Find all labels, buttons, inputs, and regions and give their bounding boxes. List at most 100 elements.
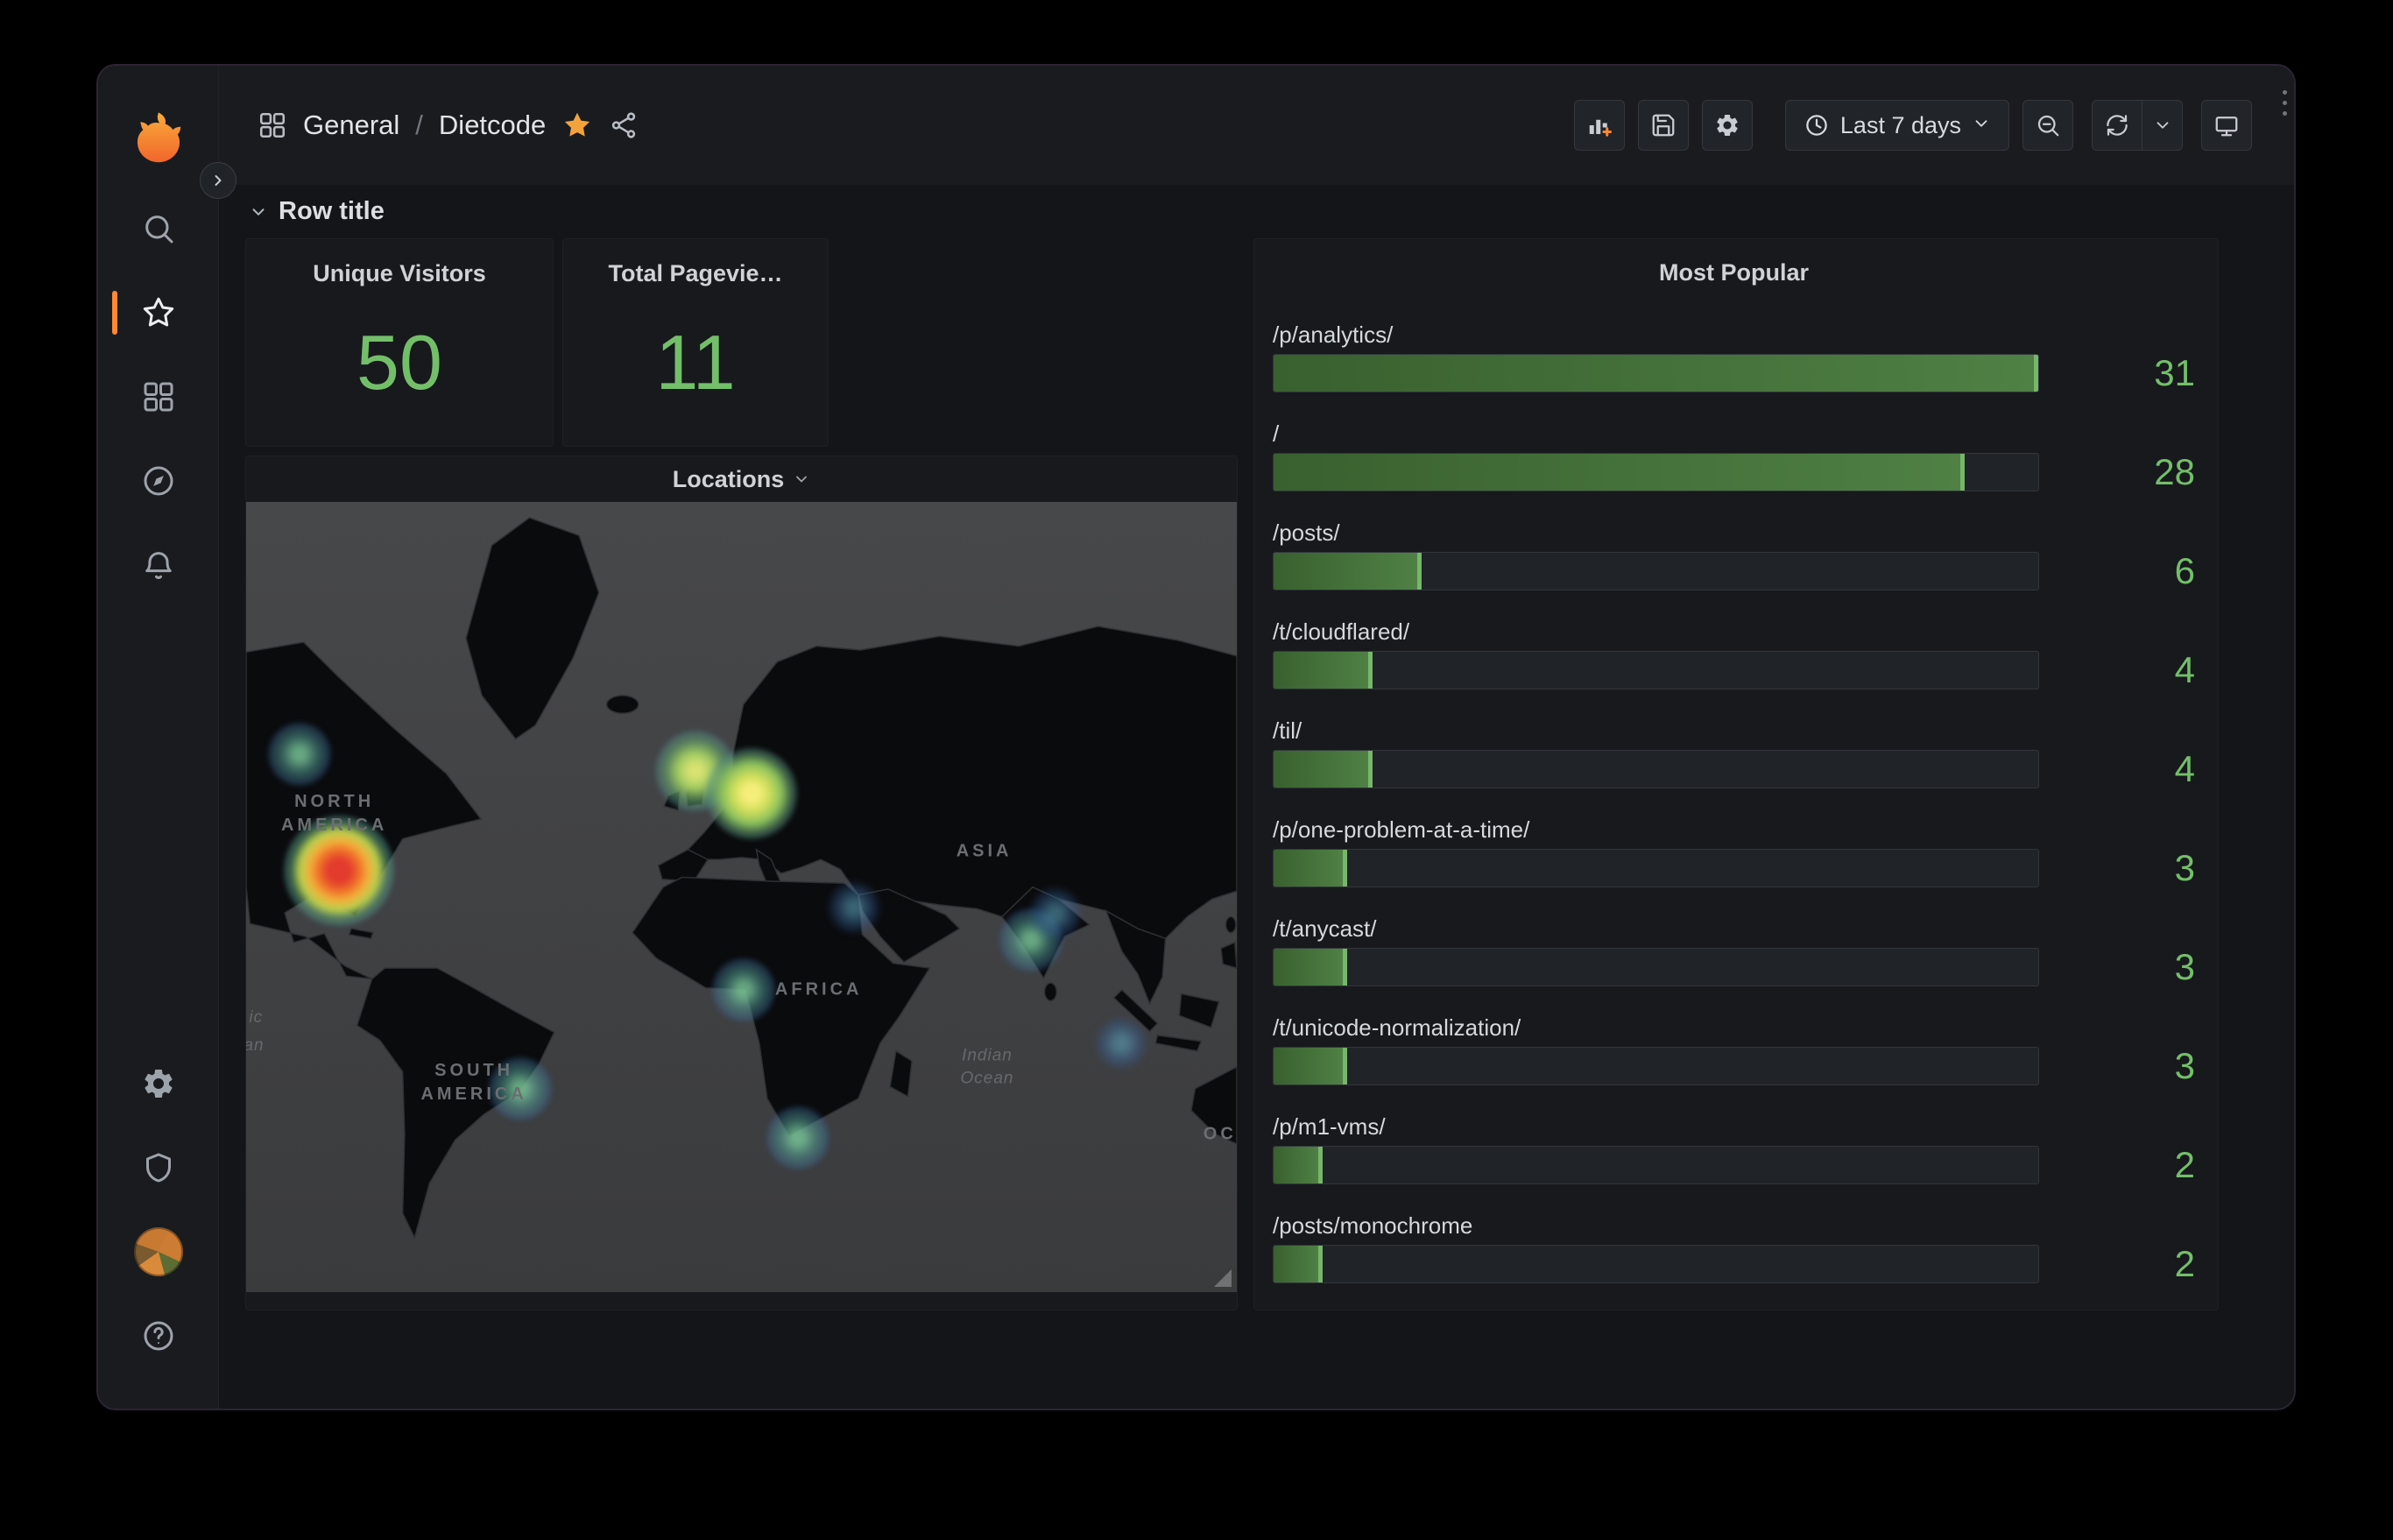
bar-gauge-row: /posts/ 6 (1273, 519, 2195, 590)
dashboard-header: General / Dietcode Last 7 days (219, 66, 2294, 185)
refresh-button-group (2092, 100, 2183, 151)
bar-fill (1274, 454, 1965, 491)
bell-icon (145, 552, 172, 579)
bar-track (1273, 354, 2039, 392)
zoom-out-icon (2037, 115, 2059, 137)
bar-track (1273, 849, 2039, 887)
panel-title-locations[interactable]: Locations (246, 456, 1237, 502)
add-panel-icon (1589, 119, 1612, 137)
map-label: Indian Ocean (960, 1046, 1014, 1087)
search-icon (145, 215, 173, 244)
tv-mode-button[interactable] (2201, 100, 2252, 151)
sidebar-item-alerting[interactable] (126, 533, 191, 597)
sidebar-item-help[interactable] (126, 1303, 191, 1368)
zoom-out-button[interactable] (2022, 100, 2073, 151)
bar-label: /p/m1-vms/ (1273, 1113, 1386, 1140)
refresh-button[interactable] (2092, 100, 2142, 151)
bar-gauge-row: /t/cloudflared/ 4 (1273, 618, 2195, 689)
panel-title[interactable]: Most Popular (1273, 253, 2195, 292)
world-map[interactable]: NORTH AMERICA SOUTH AMERICA AFRICA ASIA Indi… (246, 502, 1237, 1292)
sidebar (98, 66, 236, 1409)
bar-fill (1274, 1246, 1324, 1282)
sidebar-item-explore[interactable] (126, 449, 191, 513)
gear-icon (144, 1070, 173, 1098)
map-label: SOUTH AMERICA (420, 1060, 527, 1104)
sidebar-item-configuration[interactable] (126, 1051, 191, 1116)
bar-value: 6 (2174, 550, 2195, 591)
bar-track (1273, 453, 2039, 491)
dashboard-grid: Unique Visitors 50 Total Pagevie… 11 Loc… (245, 238, 2219, 1310)
bar-fill (1274, 1048, 1348, 1084)
sidebar-nav-bottom (126, 1051, 191, 1409)
panel-total-pageviews: Total Pagevie… 11 (562, 238, 829, 447)
gear-icon (1717, 115, 1738, 136)
bar-label: /p/analytics/ (1273, 321, 1394, 348)
save-dashboard-button[interactable] (1637, 100, 1689, 151)
dashboard-toolbar: Last 7 days (1573, 100, 2252, 151)
refresh-interval-dropdown[interactable] (2142, 100, 2183, 151)
bar-fill (1274, 553, 1422, 590)
bar-track (1273, 1146, 2039, 1184)
compass-icon (144, 466, 173, 496)
chevron-down-icon (796, 476, 808, 483)
bar-gauge-row: /t/unicode-normalization/ 3 (1273, 1014, 2195, 1085)
sidebar-item-profile[interactable] (126, 1219, 191, 1284)
map-label: an (246, 1036, 265, 1056)
share-icon[interactable] (609, 110, 639, 140)
sidebar-expand-button[interactable] (200, 162, 236, 199)
bar-gauge-row: /t/anycast/ 3 (1273, 915, 2195, 986)
bar-gauge-row: /p/one-problem-at-a-time/ 3 (1273, 816, 2195, 887)
more-options-dots[interactable] (2283, 90, 2287, 116)
bar-value: 3 (2174, 1045, 2195, 1086)
map-attribution-toggle[interactable] (1214, 1269, 1232, 1287)
panel-unique-visitors: Unique Visitors 50 (245, 238, 554, 447)
bar-label: /t/cloudflared/ (1273, 618, 1410, 645)
sidebar-item-server-admin[interactable] (126, 1135, 191, 1200)
bar-fill (1274, 652, 1373, 689)
bar-value: 2 (2174, 1144, 2195, 1185)
chevron-right-icon (215, 175, 222, 186)
map-label: ASIA (956, 841, 1013, 861)
bar-value: 4 (2174, 748, 2195, 789)
sidebar-item-dashboards[interactable] (126, 364, 191, 429)
bar-fill (1274, 850, 1348, 887)
dashboard-settings-button[interactable] (1701, 100, 1753, 151)
sidebar-item-starred[interactable] (111, 280, 191, 345)
stat-value: 50 (356, 319, 442, 406)
map-label: OC (1203, 1124, 1237, 1144)
panel-title[interactable]: Total Pagevie… (608, 260, 782, 287)
bar-gauge-row: /til/ 4 (1273, 717, 2195, 788)
bar-track (1273, 750, 2039, 788)
bar-gauge-row: /p/analytics/ 31 (1273, 321, 2195, 392)
sidebar-item-search[interactable] (126, 196, 191, 261)
map-label: ic (249, 1008, 264, 1028)
main-area: General / Dietcode Last 7 days Row title… (219, 66, 2294, 1409)
bar-gauge-rows: /p/analytics/ 31 / 28 /posts/ 6 /t/cloud… (1273, 321, 2195, 1283)
breadcrumb-page[interactable]: Dietcode (439, 109, 546, 141)
map-labels: NORTH AMERICA SOUTH AMERICA AFRICA ASIA Indi… (246, 502, 1237, 1292)
bar-fill (1274, 751, 1373, 788)
add-panel-button[interactable] (1573, 100, 1625, 151)
bar-gauge-row: /posts/monochrome 2 (1273, 1212, 2195, 1283)
grafana-logo[interactable] (125, 106, 192, 173)
bar-fill (1274, 355, 2038, 392)
refresh-icon (2107, 115, 2128, 136)
star-icon (143, 297, 173, 327)
bar-track (1273, 1245, 2039, 1283)
dashboard-content: Row title Unique Visitors 50 Total Pagev… (219, 185, 2294, 1409)
panel-title[interactable]: Unique Visitors (313, 260, 486, 287)
breadcrumb: General / Dietcode (258, 109, 639, 141)
bar-value: 4 (2174, 649, 2195, 690)
time-range-picker[interactable]: Last 7 days (1784, 100, 2009, 151)
bar-value: 28 (2154, 451, 2195, 492)
breadcrumb-separator: / (415, 109, 423, 140)
apps-grid-icon[interactable] (258, 110, 287, 140)
help-icon (144, 1321, 173, 1351)
map-label: AFRICA (774, 979, 863, 1000)
favorite-star-icon[interactable] (561, 109, 593, 141)
breadcrumb-section[interactable]: General (303, 109, 399, 141)
bar-value: 31 (2154, 352, 2195, 393)
row-header[interactable]: Row title (249, 197, 385, 226)
bar-fill (1274, 949, 1348, 985)
bar-label: /til/ (1273, 717, 1302, 744)
